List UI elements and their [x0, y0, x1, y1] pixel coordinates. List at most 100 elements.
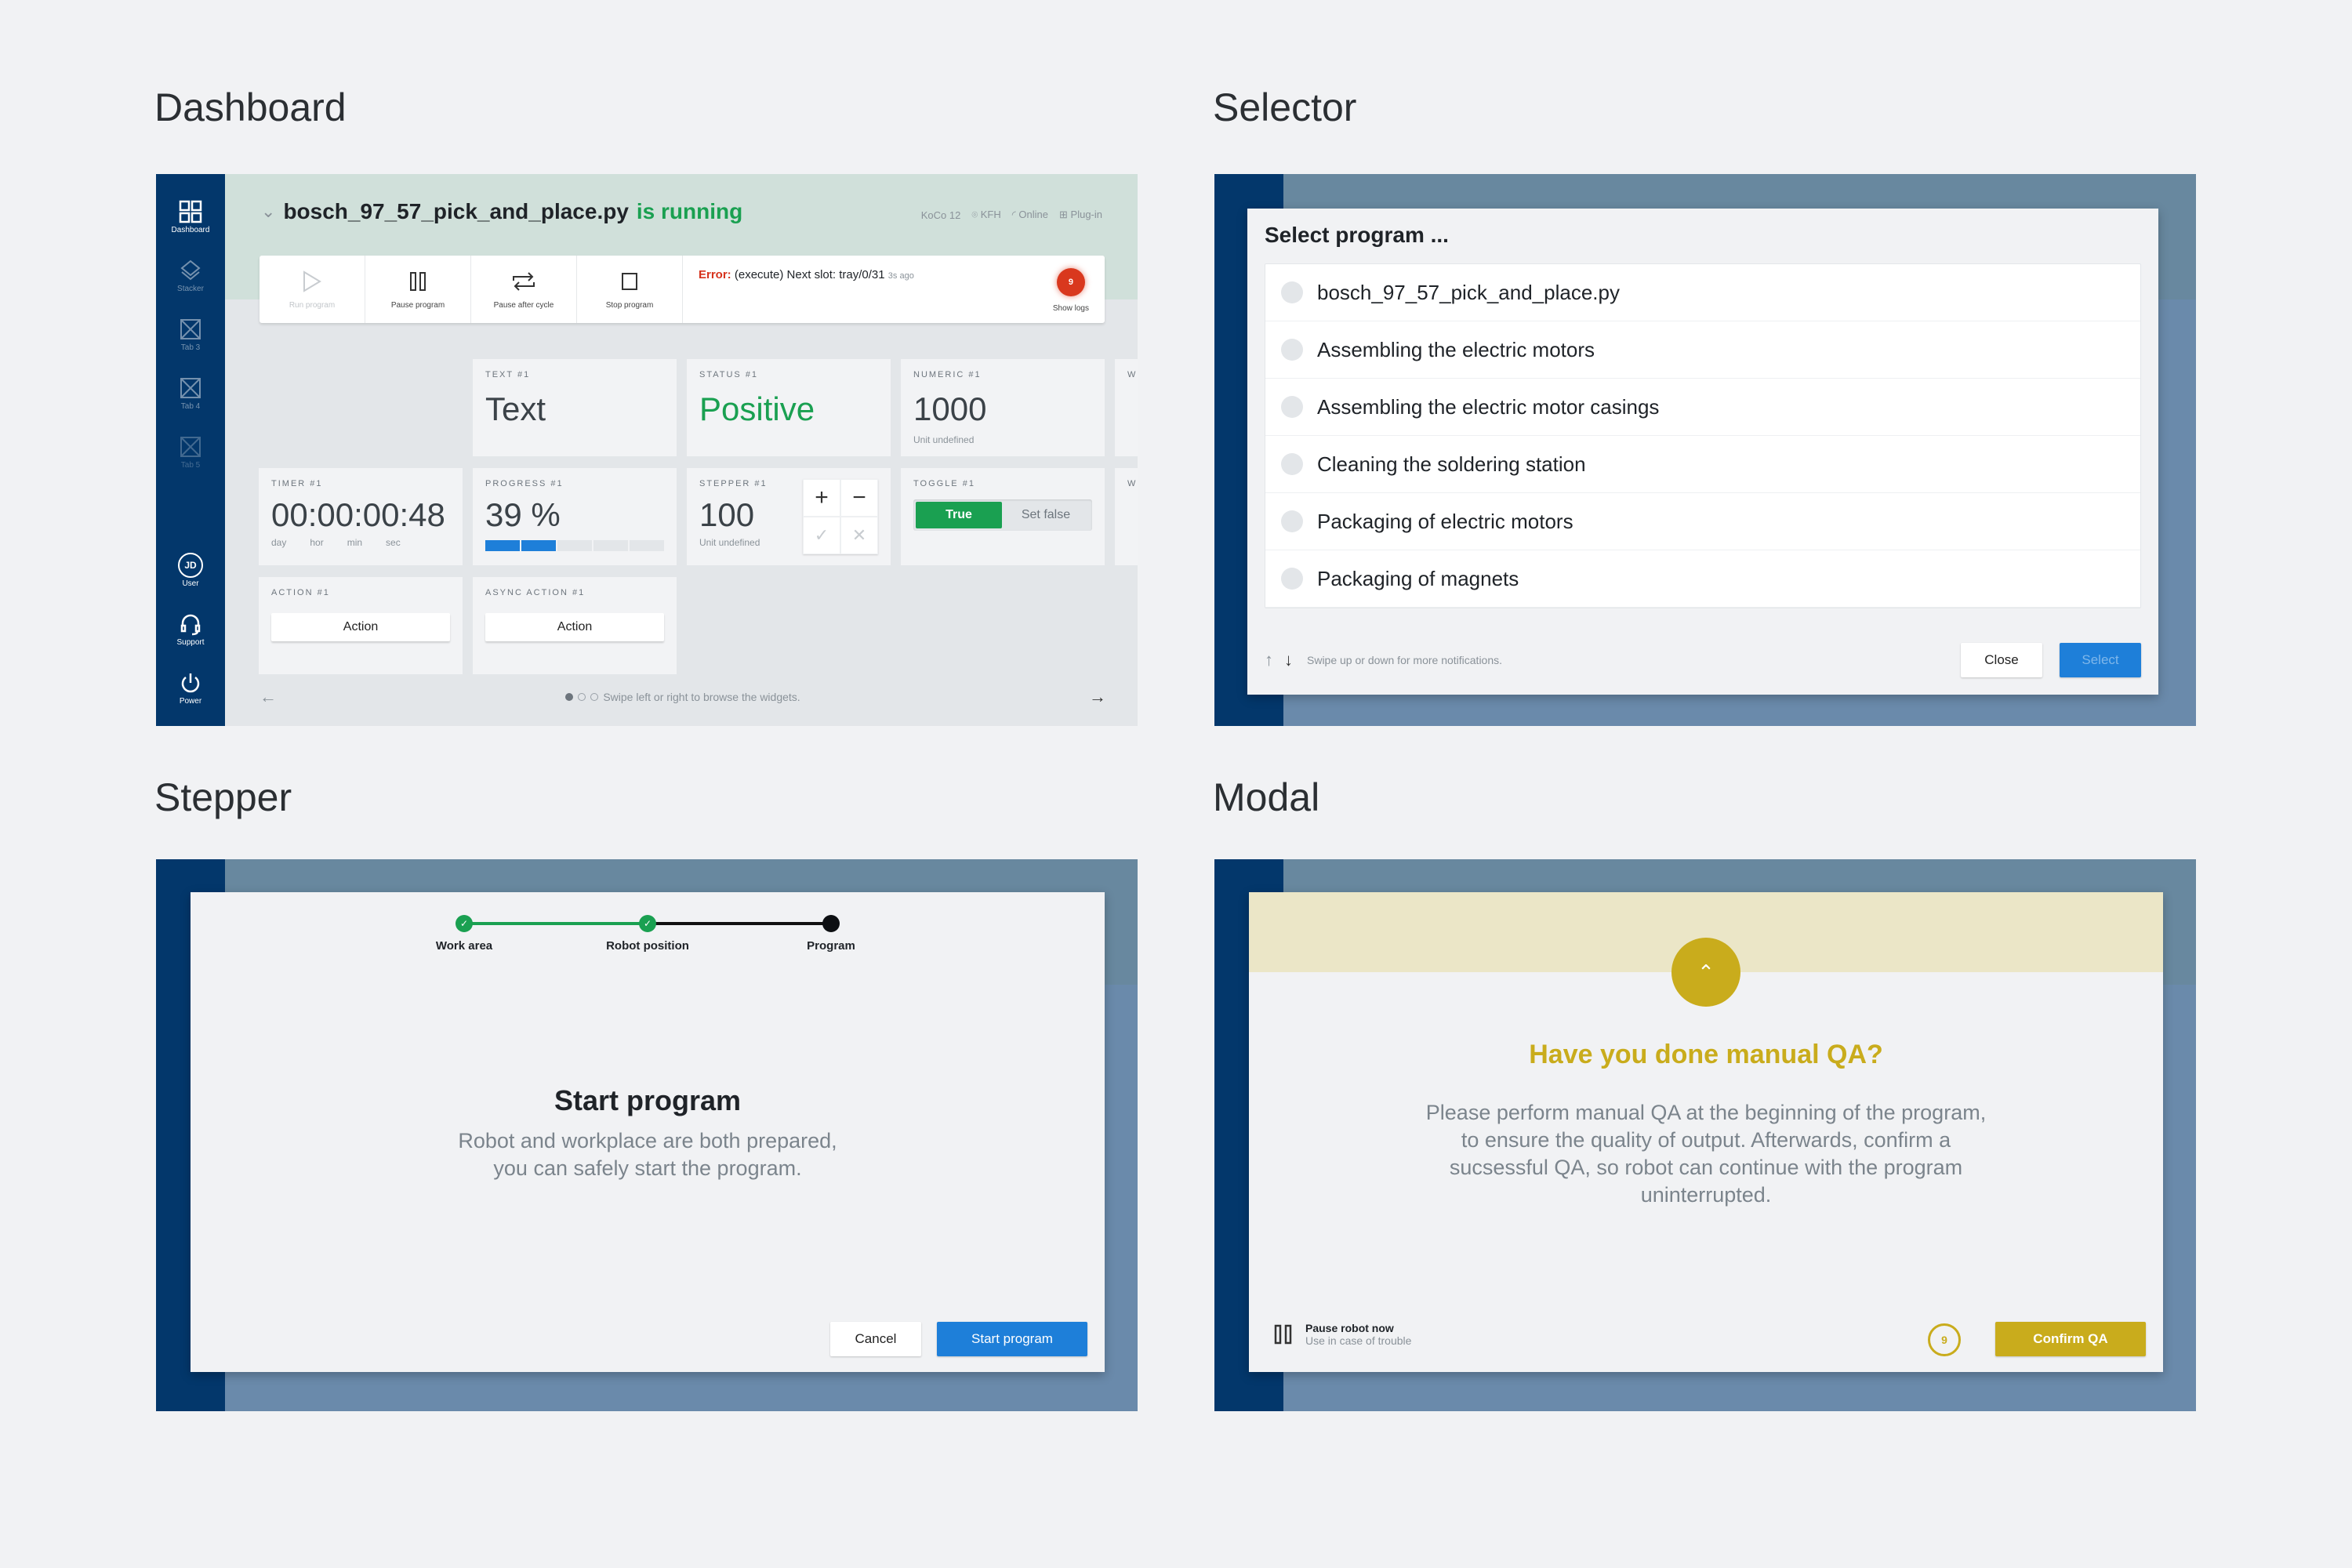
timer-unit-hour: hor	[310, 537, 324, 548]
avatar: JD	[176, 551, 205, 579]
pause-after-cycle-button[interactable]: Pause after cycle	[471, 256, 577, 323]
arrow-down-icon[interactable]: ↓	[1284, 650, 1293, 670]
widget-label: ASYNC ACTION #1	[485, 588, 586, 597]
program-title: ⌄ bosch_97_57_pick_and_place.py is runni…	[261, 199, 742, 224]
dialog-title: Select program ...	[1265, 223, 1449, 247]
partial-widget: W	[1115, 468, 1138, 565]
stepper-widget: STEPPER #1 100 Unit undefined + − ✓ ✕	[687, 468, 891, 565]
section-title-stepper: Stepper	[154, 775, 292, 819]
select-button[interactable]: Select	[2060, 643, 2141, 677]
increment-button[interactable]: +	[803, 479, 840, 517]
show-logs-button[interactable]: 9 Show logs	[1053, 268, 1089, 313]
timer-value: 00:00:00:48	[271, 496, 445, 533]
widget-pager: ← Swipe left or right to browse the widg…	[260, 687, 1106, 707]
modal-body: Please perform manual QA at the beginnin…	[1425, 1101, 1987, 1207]
location-pin-icon: ⌾	[971, 209, 978, 220]
error-text: (execute) Next slot: tray/0/31	[734, 268, 885, 281]
radio-button[interactable]	[1281, 453, 1303, 475]
program-option[interactable]: Packaging of electric motors	[1265, 493, 2140, 550]
program-option[interactable]: Cleaning the soldering station	[1265, 436, 2140, 493]
page-dot[interactable]	[565, 693, 574, 701]
sidebar-item-label: Tab 5	[180, 461, 201, 470]
arrow-right-icon[interactable]: →	[1089, 687, 1106, 707]
sidebar-item-tab-5[interactable]: Tab 5	[176, 433, 205, 470]
run-program-button[interactable]: Run program	[260, 256, 365, 323]
error-timestamp: 3s ago	[887, 271, 914, 281]
action-button[interactable]: Action	[271, 613, 450, 641]
stepper-panel: ✓ ✓ Work area Robot position Program Sta…	[156, 859, 1138, 1411]
connection-status: Online	[1018, 209, 1048, 220]
status-widget: STATUS #1 Positive	[687, 359, 891, 456]
arrow-up-icon[interactable]: ↑	[1265, 650, 1273, 670]
close-button[interactable]: Close	[1961, 643, 2042, 677]
confirm-qa-button[interactable]: Confirm QA	[1995, 1322, 2146, 1356]
robot-meta: KoCo 12 ⌾ KFH ◜ Online ⊞ Plug-in	[921, 209, 1102, 221]
status-value: Positive	[699, 390, 815, 427]
signal-icon: ◜	[1011, 209, 1016, 220]
stop-program-label: Stop program	[605, 300, 654, 310]
decrement-button[interactable]: −	[840, 479, 878, 517]
placeholder-icon	[176, 315, 205, 343]
program-option[interactable]: Assembling the electric motors	[1265, 321, 2140, 379]
radio-button[interactable]	[1281, 510, 1303, 532]
widget-label: W	[1127, 370, 1138, 379]
sidebar-item-label: Tab 3	[180, 343, 201, 352]
sidebar-item-label: Tab 4	[180, 402, 201, 411]
program-option[interactable]: bosch_97_57_pick_and_place.py	[1265, 264, 2140, 321]
sidebar-item-stacker[interactable]: Stacker	[176, 256, 205, 293]
radio-button[interactable]	[1281, 568, 1303, 590]
program-option[interactable]: Packaging of magnets	[1265, 550, 2140, 608]
sidebar-item-power[interactable]: Power	[176, 669, 205, 706]
radio-button[interactable]	[1281, 281, 1303, 303]
placeholder-icon	[176, 433, 205, 461]
arrow-left-icon[interactable]: ←	[260, 687, 277, 707]
program-list: bosch_97_57_pick_and_place.py Assembling …	[1265, 263, 2141, 608]
async-action-button[interactable]: Action	[485, 613, 664, 641]
timer-widget: TIMER #1 00:00:00:48 day hor min sec	[259, 468, 463, 565]
pause-robot-title: Pause robot now	[1305, 1322, 1394, 1334]
select-program-dialog: Select program ... bosch_97_57_pick_and_…	[1247, 209, 2158, 695]
program-toolbar: Run program Pause program Pause after cy…	[260, 256, 1105, 323]
radio-button[interactable]	[1281, 339, 1303, 361]
widget-label: NUMERIC #1	[913, 370, 982, 379]
program-option[interactable]: Assembling the electric motor casings	[1265, 379, 2140, 436]
chevron-down-icon[interactable]: ⌄	[261, 201, 275, 222]
timer-unit-day: day	[271, 537, 287, 548]
widget-label: STATUS #1	[699, 370, 759, 379]
section-title-modal: Modal	[1213, 775, 1320, 819]
step-label-robot-position: Robot position	[606, 939, 689, 953]
dialog-body: Robot and workplace are both prepared, y…	[191, 1127, 1105, 1182]
toggle-true[interactable]: True	[916, 502, 1002, 528]
page-dot[interactable]	[578, 693, 586, 701]
toggle-switch[interactable]: True Set false	[913, 499, 1092, 531]
sidebar-item-support[interactable]: Support	[176, 610, 205, 647]
sidebar-item-dashboard[interactable]: Dashboard	[172, 198, 209, 234]
program-option-label: Cleaning the soldering station	[1317, 452, 1586, 476]
widget-value: 1000	[913, 390, 987, 427]
page-dot[interactable]	[590, 693, 599, 701]
toggle-set-false[interactable]: Set false	[1002, 502, 1090, 528]
progress-value: 39 %	[485, 496, 561, 533]
step-current-icon	[822, 915, 840, 932]
pause-program-button[interactable]: Pause program	[365, 256, 471, 323]
sidebar: Dashboard Stacker Tab 3 Tab 4 Tab 5 JD U…	[156, 174, 225, 726]
pause-robot-button[interactable]: Pause robot now Use in case of trouble	[1272, 1322, 1411, 1347]
headset-icon	[176, 610, 205, 638]
cancel-button[interactable]: ✕	[840, 517, 878, 554]
error-message: Error: (execute) Next slot: tray/0/31 3s…	[683, 256, 1105, 323]
cancel-button[interactable]: Cancel	[830, 1322, 921, 1356]
sidebar-item-tab-4[interactable]: Tab 4	[176, 374, 205, 411]
robot-name: KoCo 12	[920, 209, 961, 221]
section-title-dashboard: Dashboard	[154, 85, 347, 129]
confirm-button[interactable]: ✓	[803, 517, 840, 554]
page-indicator: Swipe left or right to browse the widget…	[565, 691, 800, 703]
sidebar-item-tab-3[interactable]: Tab 3	[176, 315, 205, 352]
placeholder-icon	[176, 374, 205, 402]
body-line: Robot and workplace are both prepared,	[458, 1129, 837, 1152]
step-done-icon: ✓	[456, 915, 473, 932]
start-program-button[interactable]: Start program	[937, 1322, 1087, 1356]
dialog-title: Start program	[554, 1084, 742, 1116]
stop-program-button[interactable]: Stop program	[577, 256, 683, 323]
sidebar-item-user[interactable]: JD User	[176, 551, 205, 588]
radio-button[interactable]	[1281, 396, 1303, 418]
